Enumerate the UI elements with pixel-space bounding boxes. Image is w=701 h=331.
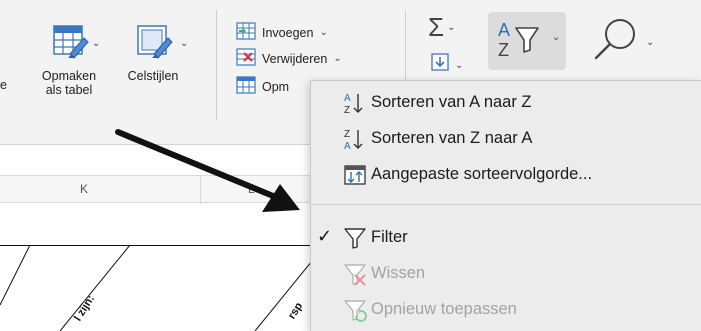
svg-text:Z: Z <box>498 40 509 60</box>
filter-icon <box>343 226 367 250</box>
menu-item-sort-a-z[interactable]: A Z Sorteren van A naar Z <box>311 85 701 121</box>
delete-cells-icon <box>236 48 256 69</box>
menu-item-label: Aangepaste sorteervolgorde... <box>371 165 593 183</box>
table-format-icon <box>46 20 92 69</box>
insert-cells-icon <box>236 22 256 43</box>
chevron-down-icon: ⌄ <box>552 32 561 43</box>
fill-button[interactable]: ⌄ <box>430 52 463 79</box>
cut-off-label: e <box>0 78 7 92</box>
sort-az-icon: A Z <box>343 91 367 116</box>
insert-button[interactable]: Invoegen ⌄ <box>236 22 328 43</box>
delete-label: Verwijderen <box>262 51 328 66</box>
checkmark-icon: ✓ <box>317 226 333 246</box>
svg-text:A: A <box>344 93 351 104</box>
chevron-down-icon: ⌄ <box>319 27 328 38</box>
sigma-icon: Σ <box>428 12 445 42</box>
svg-text:A: A <box>498 20 510 40</box>
format-as-table-button[interactable]: Opmaken als tabel <box>24 20 114 97</box>
find-button[interactable]: ⌄ <box>590 14 654 71</box>
ribbon-separator <box>216 10 217 120</box>
menu-item-label: Opnieuw toepassen <box>371 300 517 318</box>
chevron-down-icon: ⌄ <box>447 21 456 33</box>
custom-sort-icon <box>343 163 367 187</box>
chevron-down-icon[interactable]: ⌄ <box>92 38 100 49</box>
chevron-down-icon[interactable]: ⌄ <box>180 38 188 49</box>
chevron-down-icon: ⌄ <box>333 53 342 64</box>
clear-filter-icon <box>343 262 367 286</box>
format-label: Opm <box>262 79 290 94</box>
chevron-down-icon: ⌄ <box>455 60 464 71</box>
sort-za-icon: Z A <box>343 127 367 152</box>
svg-text:Z: Z <box>344 129 350 140</box>
menu-item-label: Sorteren van Z naar A <box>371 129 533 147</box>
cell-styles-button[interactable]: Celstijlen <box>112 20 194 83</box>
menu-separator <box>311 204 701 205</box>
delete-button[interactable]: Verwijderen ⌄ <box>236 48 342 69</box>
autosum-button[interactable]: Σ ⌄ <box>428 14 455 40</box>
sort-filter-icon: A Z <box>496 18 546 69</box>
sort-filter-button[interactable]: A Z ⌄ <box>488 12 566 70</box>
menu-item-label: Wissen <box>371 264 426 282</box>
format-button[interactable]: Opm <box>236 76 289 97</box>
insert-label: Invoegen <box>262 25 314 40</box>
svg-text:A: A <box>344 141 351 151</box>
menu-item-label: Sorteren van A naar Z <box>371 93 532 111</box>
menu-item-custom-sort[interactable]: Aangepaste sorteervolgorde... <box>311 157 701 193</box>
fill-down-icon <box>430 52 452 79</box>
format-cells-icon <box>236 76 256 97</box>
format-as-table-label-1: Opmaken <box>41 69 97 83</box>
menu-item-sort-z-a[interactable]: Z A Sorteren van Z naar A <box>311 121 701 157</box>
reapply-filter-icon <box>343 298 367 322</box>
chevron-down-icon: ⌄ <box>646 37 655 48</box>
ribbon-separator <box>405 10 406 80</box>
menu-item-label: Filter <box>371 228 408 246</box>
cell-styles-label: Celstijlen <box>127 69 179 83</box>
format-as-table-label-2: als tabel <box>45 83 93 97</box>
svg-text:Z: Z <box>344 105 350 115</box>
menu-item-reapply: Opnieuw toepassen <box>311 292 701 328</box>
menu-item-clear: Wissen <box>311 256 701 292</box>
cell-styles-icon <box>130 20 176 69</box>
magnifier-icon <box>590 14 642 71</box>
menu-item-filter[interactable]: ✓ Filter <box>311 220 701 256</box>
sort-filter-menu: A Z Sorteren van A naar Z Z A Sorteren v… <box>310 80 701 331</box>
